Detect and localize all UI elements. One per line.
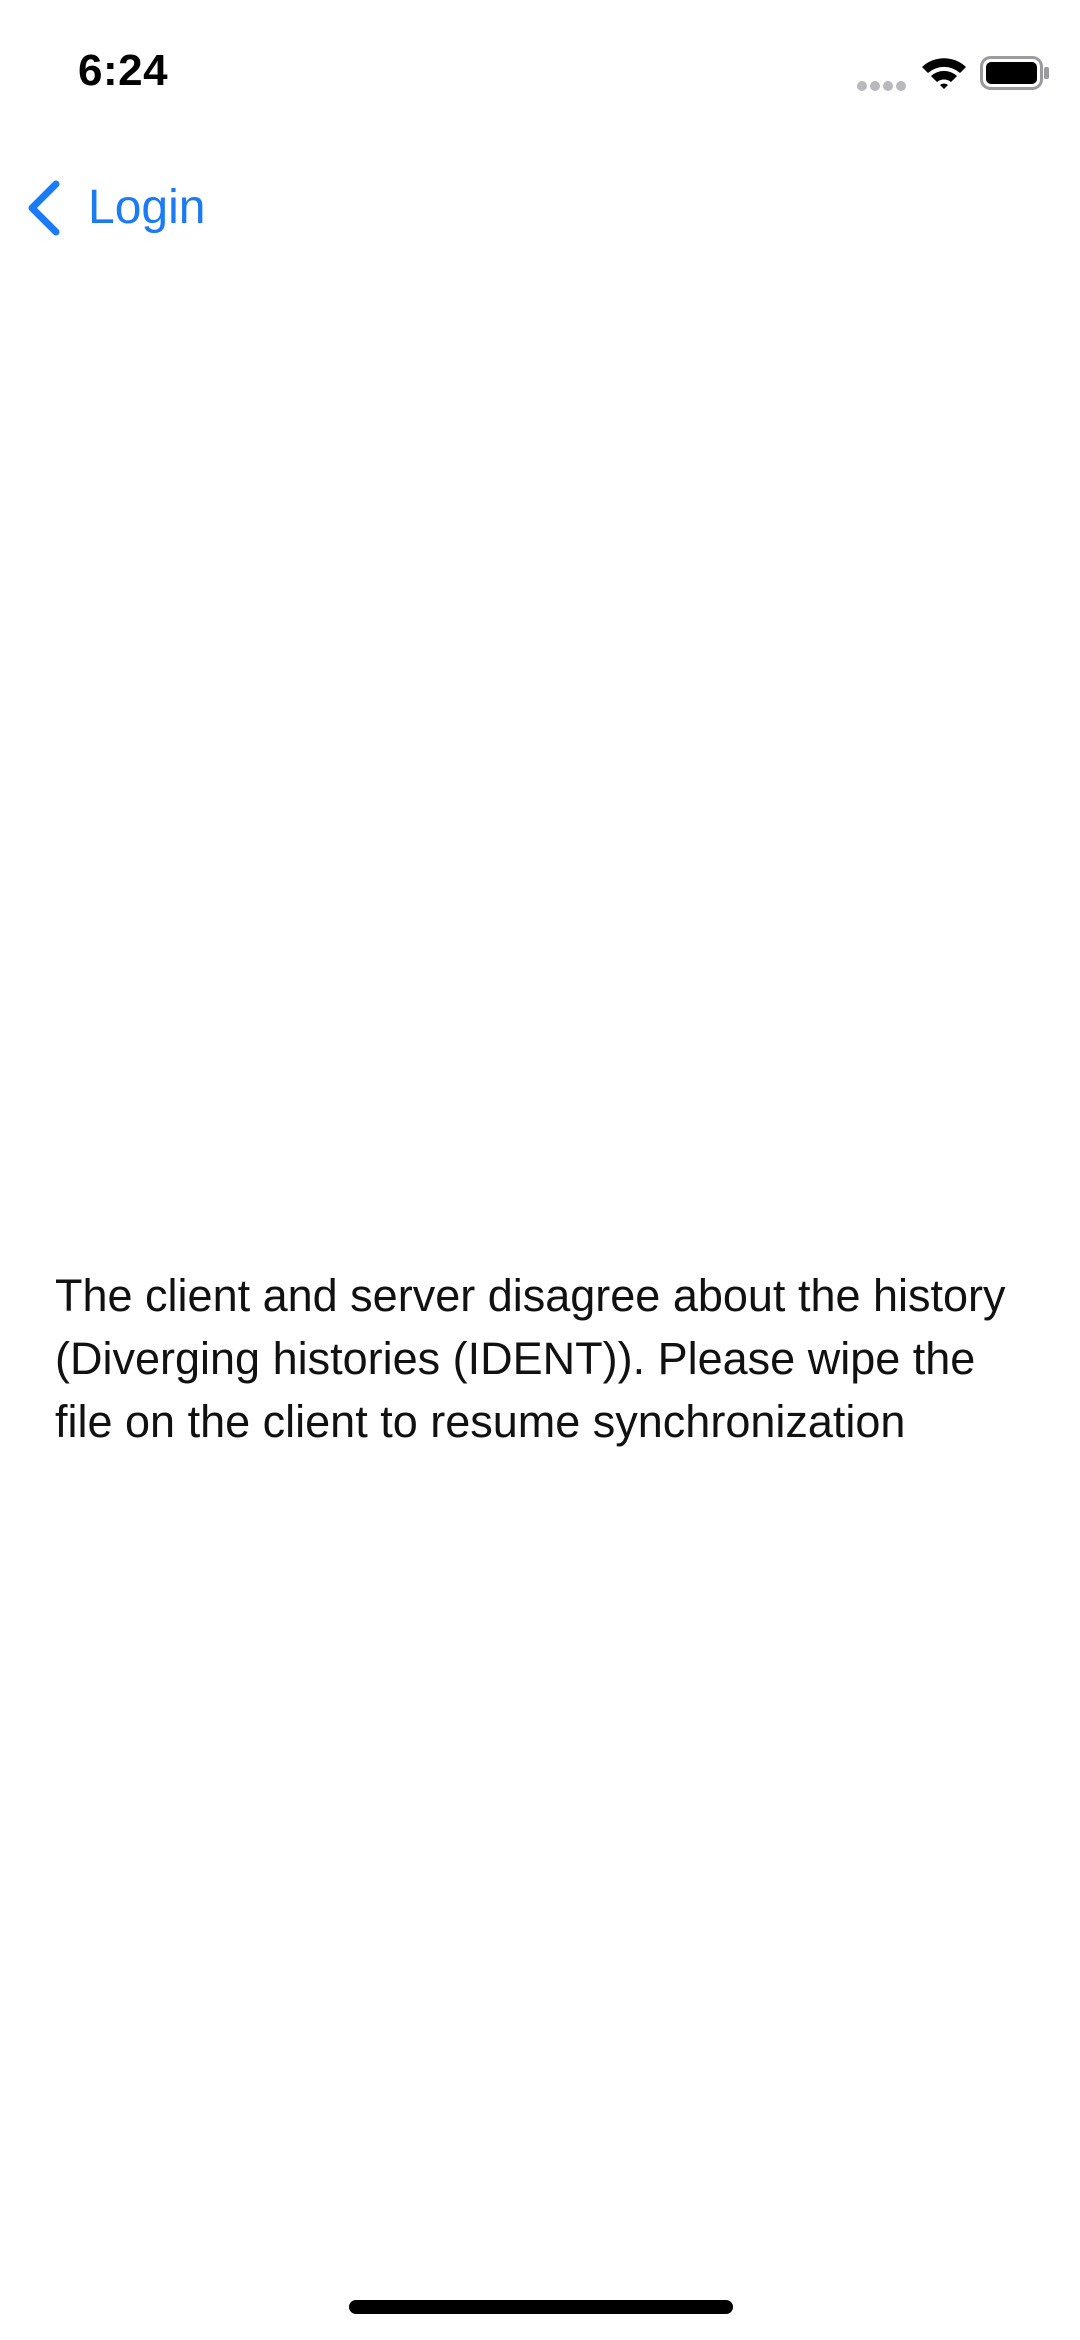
status-bar: 6:24 bbox=[0, 0, 1080, 150]
back-button-label: Login bbox=[88, 181, 206, 234]
error-message: The client and server disagree about the… bbox=[55, 1270, 1006, 1447]
status-time: 6:24 bbox=[78, 46, 169, 95]
chevron-left-icon bbox=[28, 180, 60, 236]
home-indicator[interactable] bbox=[349, 2300, 733, 2314]
wifi-icon bbox=[922, 58, 966, 89]
signal-dots-icon bbox=[857, 81, 906, 91]
navigation-bar: Login bbox=[0, 160, 1080, 256]
back-button[interactable]: Login bbox=[24, 172, 205, 244]
battery-icon bbox=[980, 56, 1049, 90]
